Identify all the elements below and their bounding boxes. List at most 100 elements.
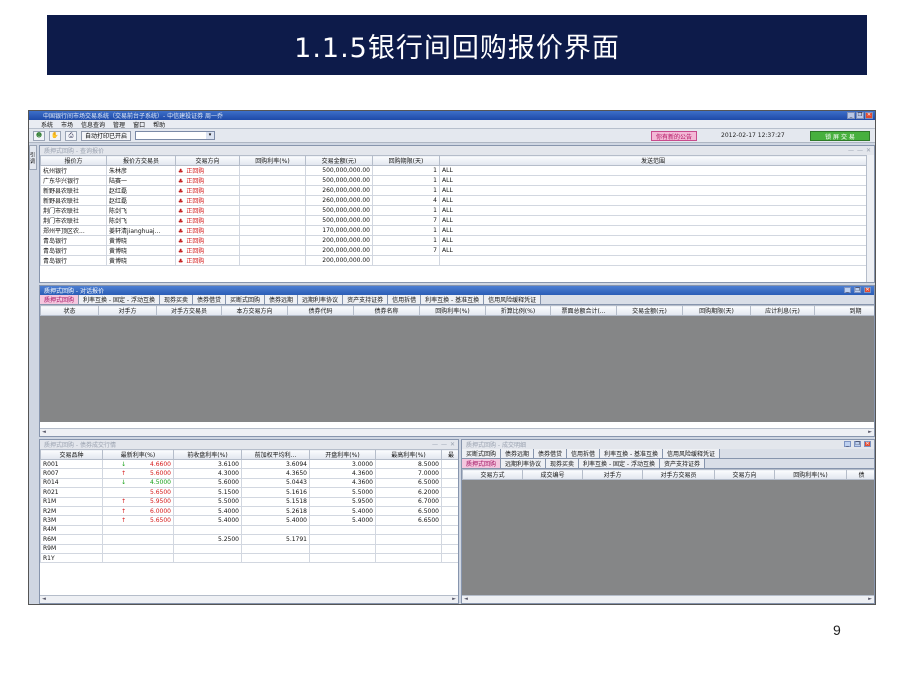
tab[interactable]: 资产支持证券 <box>343 295 389 304</box>
tab[interactable]: 质押式回购 <box>462 459 502 468</box>
column-header[interactable]: 最新利率(%) <box>102 449 174 460</box>
tab[interactable]: 远期利率协议 <box>298 295 344 304</box>
restore-icon[interactable]: ❐ <box>856 112 864 119</box>
column-header[interactable]: 回购期限(天) <box>372 155 440 166</box>
menu-item[interactable]: 帮助 <box>153 120 165 129</box>
menu-item[interactable]: 系统 <box>41 120 53 129</box>
tab[interactable]: 信用风险缓释凭证 <box>484 295 542 304</box>
new-notice-button[interactable]: 你有新的公告 <box>651 131 698 141</box>
close-icon[interactable]: ✕ <box>866 147 871 154</box>
lock-screen-button[interactable]: 锁 屏 交 易 <box>810 131 870 141</box>
tab[interactable]: 利率互换 - 基准互换 <box>600 449 664 458</box>
market-header[interactable]: 质押式回购 - 债券成交行情 — — ✕ <box>40 440 458 449</box>
table-row[interactable]: 荆门市农联社 陈剑飞 ♣ 正回购 500,000,000.00 7 ALL <box>40 215 867 226</box>
minimize-icon[interactable]: _ <box>844 287 851 293</box>
scroll-left-icon[interactable]: ◄ <box>42 596 46 603</box>
column-header[interactable]: 票面总额合计(... <box>550 305 617 316</box>
table-row[interactable]: R2M ↑ 6.0000 5.4000 5.2618 5.4000 6.5000 <box>40 505 458 517</box>
column-header[interactable]: 状态 <box>40 305 99 316</box>
tab[interactable]: 买断式回购 <box>226 295 266 304</box>
table-row[interactable]: R4M <box>40 524 458 536</box>
scroll-left-icon[interactable]: ◄ <box>464 596 468 603</box>
close-icon[interactable]: ✕ <box>450 441 455 448</box>
table-row[interactable]: R1Y <box>40 552 458 564</box>
tab[interactable]: 利率互换 - 固定 - 浮动互换 <box>79 295 160 304</box>
table-row[interactable]: 荆门市农联社 陈剑飞 ♣ 正回购 500,000,000.00 1 ALL <box>40 205 867 216</box>
column-header[interactable]: 前收盘利率(%) <box>173 449 242 460</box>
chevron-down-icon[interactable]: ▾ <box>206 132 215 139</box>
minimize-icon[interactable]: _ <box>847 112 855 119</box>
tab[interactable]: 信用风险缓释凭证 <box>663 449 721 458</box>
dialog-quote-hscrollbar[interactable]: ◄ ► <box>40 428 874 436</box>
column-header[interactable]: 交易品种 <box>40 449 103 460</box>
menu-item[interactable]: 管理 <box>113 120 125 129</box>
tab[interactable]: 质押式回购 <box>40 295 80 304</box>
column-header[interactable]: 最高利率(%) <box>375 449 442 460</box>
column-header[interactable]: 回购利率(%) <box>239 155 306 166</box>
tab[interactable]: 债券借贷 <box>193 295 227 304</box>
column-header[interactable]: 应计利息(元) <box>750 305 815 316</box>
column-header[interactable]: 对手方 <box>98 305 157 316</box>
tab[interactable]: 买断式回购 <box>462 449 502 458</box>
quote-query-scrollbar[interactable] <box>866 155 874 282</box>
restore-icon[interactable]: — <box>857 147 863 154</box>
tab[interactable]: 资产支持证券 <box>660 459 706 468</box>
deals-hscrollbar[interactable]: ◄ ► <box>462 595 874 603</box>
close-icon[interactable]: ✕ <box>865 112 873 119</box>
table-row[interactable]: 新野县农联社 赵红磊 ♣ 正回购 260,000,000.00 4 ALL <box>40 195 867 206</box>
toolbar-combo[interactable]: ▾ <box>135 131 216 140</box>
menu-item[interactable]: 信息查询 <box>81 120 105 129</box>
table-row[interactable]: 郑州平顶区农... 姜轩清jianghuaj... ♣ 正回购 170,000,000.… <box>40 225 867 236</box>
column-header[interactable]: 债券代码 <box>287 305 354 316</box>
column-header[interactable]: 交易方向 <box>714 469 775 480</box>
column-header[interactable]: 交易金额(元) <box>616 305 683 316</box>
column-header[interactable]: 报价方 <box>40 155 107 166</box>
quote-query-header[interactable]: 质押式回购 - 查询报价 — — ✕ <box>40 146 874 155</box>
column-header[interactable]: 对手方交易员 <box>642 469 715 480</box>
scroll-left-icon[interactable]: ◄ <box>42 429 46 436</box>
table-row[interactable]: R1M ↑ 5.9500 5.5000 5.1518 5.9500 6.7000 <box>40 496 458 507</box>
auto-print-button[interactable]: 自动打印已开启 <box>81 130 132 141</box>
column-header[interactable]: 到期 <box>814 305 874 316</box>
table-row[interactable]: 广东华兴银行 陆赛一 ♣ 正回购 500,000,000.00 1 ALL <box>40 175 867 186</box>
column-header[interactable]: 折算比例(%) <box>485 305 551 316</box>
column-header[interactable]: 报价方交易员 <box>106 155 176 166</box>
restore-icon[interactable]: ❐ <box>854 287 861 293</box>
table-row[interactable]: R007 ↑ 5.6000 4.3000 4.3650 4.3600 7.0000 <box>40 468 458 479</box>
printer-icon[interactable]: ⎙ <box>65 130 77 141</box>
minimize-icon[interactable]: _ <box>844 441 851 447</box>
table-row[interactable]: R6M 5.2500 5.1791 <box>40 534 458 545</box>
scroll-right-icon[interactable]: ► <box>868 429 872 436</box>
table-row[interactable]: 青岛银行 黄博晓 ♣ 正回购 200,000,000.00 1 ALL <box>40 235 867 246</box>
column-header[interactable]: 对手方 <box>582 469 643 480</box>
close-icon[interactable]: ✕ <box>864 441 871 447</box>
restore-icon[interactable]: — <box>441 441 447 448</box>
column-header[interactable]: 交易方式 <box>462 469 523 480</box>
tab[interactable]: 利率互换 - 固定 - 浮动互换 <box>579 459 661 468</box>
column-header[interactable]: 交易方向 <box>175 155 240 166</box>
minimize-icon[interactable]: — <box>432 441 438 448</box>
column-header[interactable]: 交易金额(元) <box>305 155 373 166</box>
dialog-quote-header[interactable]: 质押式回购 - 对话报价 _ ❐ ✕ <box>40 286 874 295</box>
table-row[interactable]: R9M <box>40 543 458 554</box>
column-header[interactable]: 债券名称 <box>353 305 420 316</box>
column-header[interactable]: 债 <box>846 469 874 480</box>
table-row[interactable]: 新野县农联社 赵红磊 ♣ 正回购 260,000,000.00 1 ALL <box>40 185 867 196</box>
table-row[interactable]: R014 ↓ 4.5000 5.6000 5.0443 4.3600 6.5000 <box>40 477 458 489</box>
column-header[interactable]: 回购利率(%) <box>774 469 847 480</box>
tab[interactable]: 远期利率协议 <box>501 459 547 468</box>
table-row[interactable]: 杭州银行 朱林彦 ♣ 正回购 500,000,000.00 1 ALL <box>40 165 867 176</box>
tab[interactable]: 利率互换 - 基准互换 <box>421 295 485 304</box>
column-header[interactable]: 回购期限(天) <box>682 305 751 316</box>
column-header[interactable]: 发送范围 <box>439 155 867 166</box>
table-row[interactable]: 青岛银行 黄博晓 ♣ 正回购 200,000,000.00 <box>40 255 867 266</box>
restore-icon[interactable]: ❐ <box>854 441 861 447</box>
column-header[interactable]: 成交编号 <box>522 469 583 480</box>
column-header[interactable]: 回购利率(%) <box>419 305 486 316</box>
table-row[interactable]: R001 ↓ 4.6600 3.6100 3.6094 3.0000 8.5000 <box>40 458 458 470</box>
tab[interactable]: 现券买卖 <box>159 295 193 304</box>
hand-icon[interactable]: ✋ <box>49 130 61 141</box>
users-icon[interactable]: ☻ <box>33 130 45 141</box>
column-header[interactable]: 对手方交易员 <box>156 305 222 316</box>
column-header[interactable]: 开盘利率(%) <box>309 449 376 460</box>
